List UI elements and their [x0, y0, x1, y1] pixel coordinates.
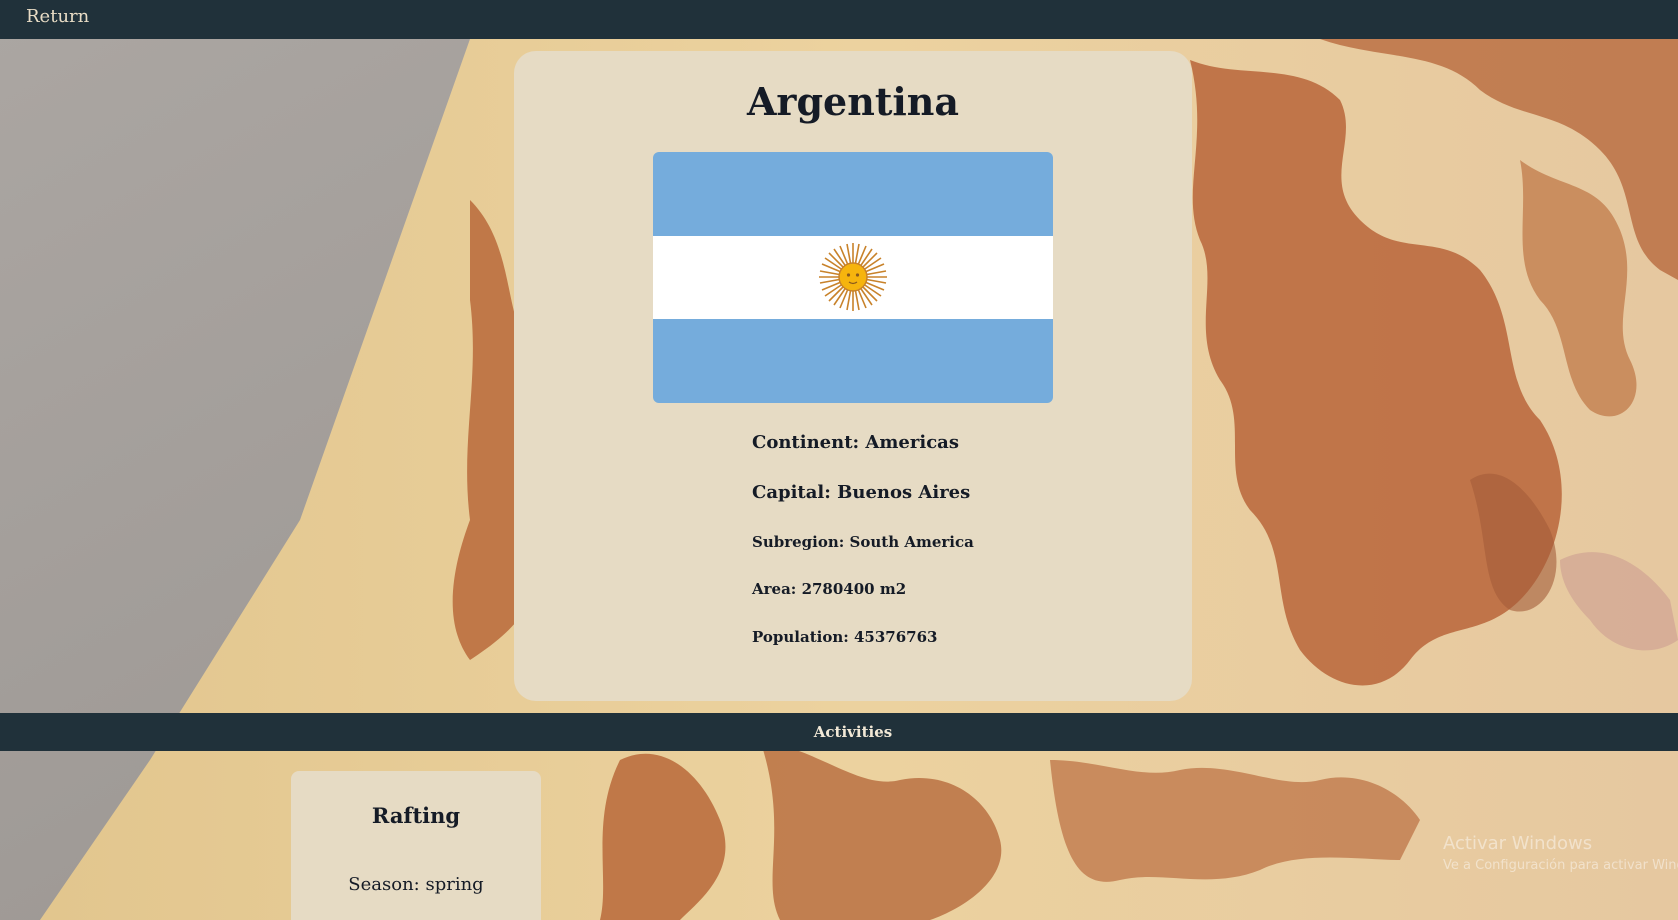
country-detail-card: Argentina Continent: Americas Capital: B…	[514, 51, 1192, 701]
activity-card: Rafting Season: spring	[291, 771, 541, 920]
country-name: Argentina	[746, 79, 960, 124]
watermark-title: Activar Windows	[1443, 833, 1593, 854]
watermark-subtitle: Ve a Configuración para activar Windows.	[1443, 858, 1678, 873]
activities-title: Activities	[813, 723, 893, 741]
argentina-flag-icon	[653, 152, 1053, 403]
continent-text: Continent: Americas	[752, 432, 959, 453]
activity-season: Season: spring	[348, 874, 484, 895]
sun-of-may-icon	[819, 243, 887, 311]
population-text: Population: 45376763	[752, 628, 938, 646]
top-nav-bar: Return	[0, 0, 1678, 39]
return-link[interactable]: Return	[26, 6, 89, 27]
windows-activation-watermark: Activar Windows Ve a Configuración para …	[1443, 833, 1678, 873]
activity-name: Rafting	[371, 803, 461, 828]
area-text: Area: 2780400 m2	[752, 580, 907, 598]
subregion-text: Subregion: South America	[752, 533, 974, 551]
activities-header-bar: Activities	[0, 713, 1678, 751]
capital-text: Capital: Buenos Aires	[752, 482, 971, 503]
